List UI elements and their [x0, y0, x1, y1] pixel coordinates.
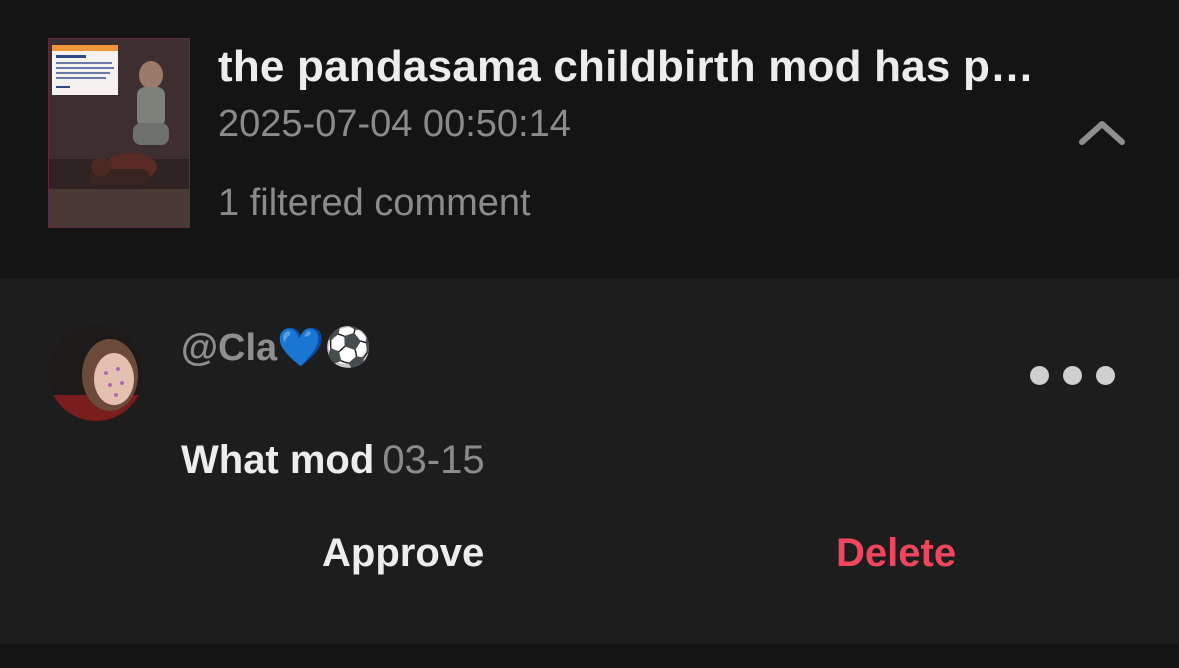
avatar[interactable] — [48, 325, 144, 421]
more-options-icon-dot — [1063, 366, 1082, 385]
filtered-comment-count: 1 filtered comment — [218, 182, 531, 224]
more-options-icon — [1030, 366, 1049, 385]
comment-date: 03-15 — [382, 438, 485, 482]
comment-username[interactable]: @Cla💙⚽ — [181, 326, 372, 370]
post-timestamp: 2025-07-04 00:50:14 — [218, 103, 571, 145]
post-thumbnail[interactable] — [48, 38, 190, 228]
post-title[interactable]: the pandasama childbirth mod has p… — [218, 42, 1034, 92]
approve-button[interactable]: Approve — [322, 531, 484, 576]
more-options-button[interactable] — [1030, 366, 1126, 394]
post-header: the pandasama childbirth mod has p… 2025… — [0, 0, 1179, 278]
more-options-icon-dot — [1096, 366, 1115, 385]
comment-body: What mod 03-15 — [181, 438, 485, 483]
bottom-divider — [0, 644, 1179, 668]
comment-card: @Cla💙⚽ What mod 03-15 Approve Delete — [0, 278, 1179, 644]
chevron-up-icon — [1079, 121, 1125, 145]
delete-button[interactable]: Delete — [836, 531, 956, 576]
comment-text: What mod — [181, 438, 375, 482]
collapse-button[interactable] — [1074, 112, 1130, 152]
